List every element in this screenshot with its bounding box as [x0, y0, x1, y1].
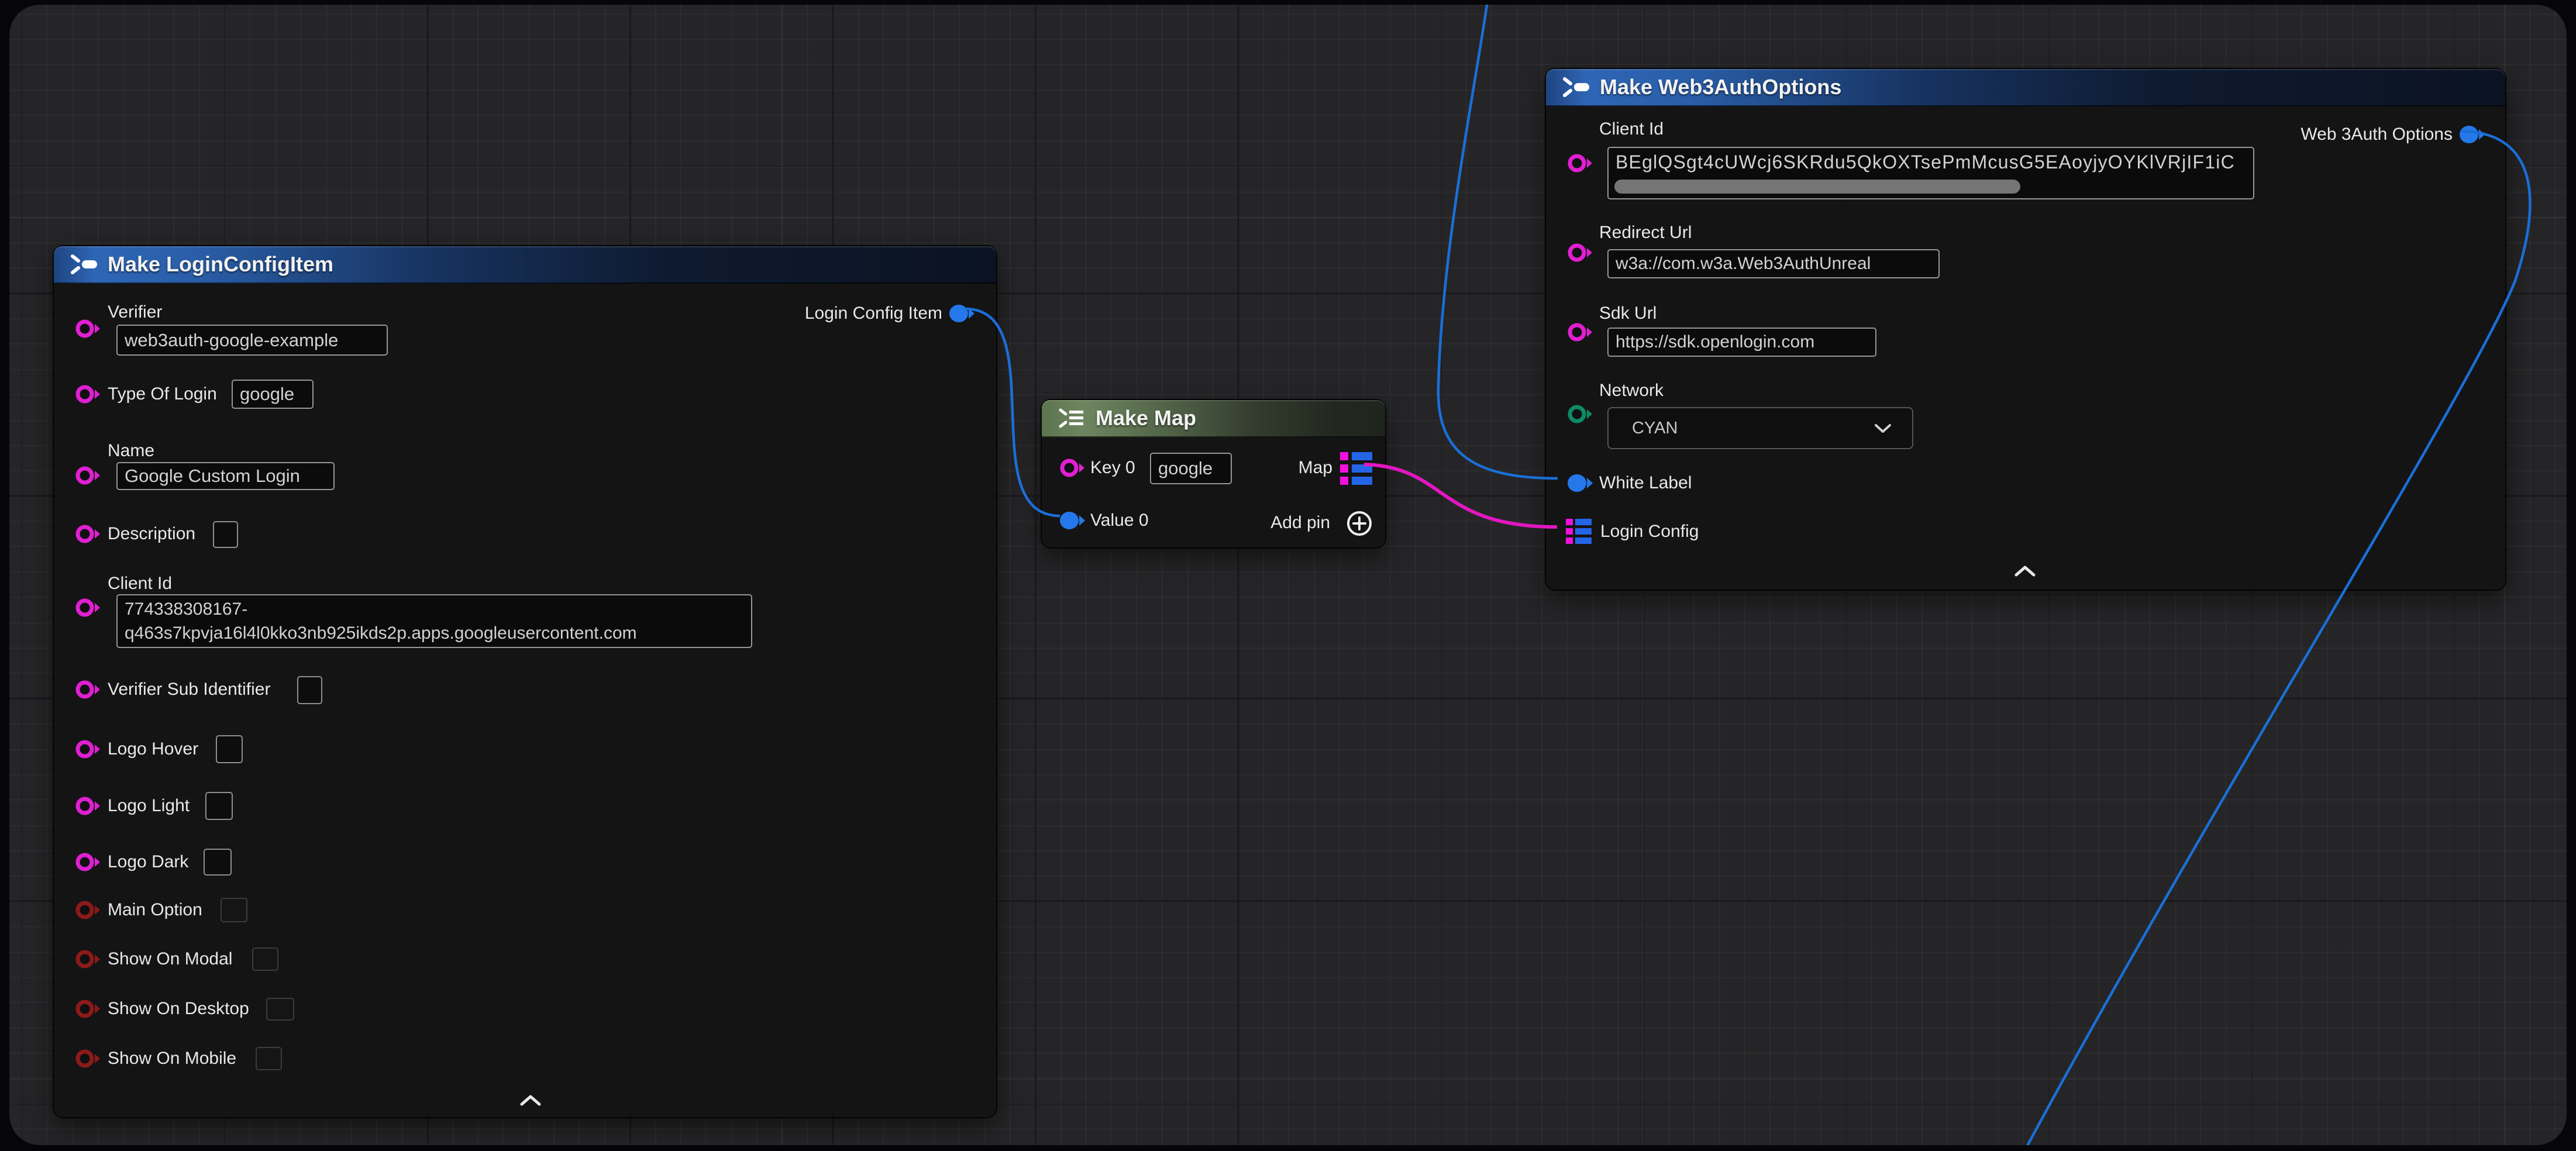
pin-label: Show On Modal — [108, 949, 232, 970]
node-title: Make Web3AuthOptions — [1600, 75, 1841, 99]
collapse-chevron-icon[interactable] — [2014, 564, 2036, 578]
node-title: Make LoginConfigItem — [108, 252, 333, 277]
pin-label: Name — [108, 440, 154, 461]
pin-label: Map — [1299, 457, 1332, 478]
node-title: Make Map — [1096, 406, 1196, 430]
output-pin-label: Login Config Item — [805, 303, 942, 324]
collapse-chevron-icon[interactable] — [519, 1093, 542, 1107]
key-0-input[interactable]: google — [1150, 453, 1232, 484]
pin-label: Client Id — [1599, 119, 1664, 140]
dropdown-chevron-icon — [1874, 423, 1892, 434]
type-of-login-input[interactable]: google — [232, 380, 314, 409]
pin-label: Logo Dark — [108, 852, 188, 873]
logo-dark-pin[interactable] — [75, 852, 102, 872]
pin-label: Login Config — [1600, 521, 1699, 542]
graph-canvas[interactable]: Make LoginConfigItem Login Config Item V… — [9, 5, 2567, 1145]
pin-label: Client Id — [108, 573, 172, 594]
node-header[interactable]: Make Map — [1042, 400, 1385, 437]
show-on-modal-pin[interactable] — [75, 949, 102, 969]
wire-makemap-map-to-loginconfig[interactable] — [1364, 464, 1557, 527]
key-0-pin[interactable] — [1059, 458, 1086, 478]
logo-hover-pin[interactable] — [75, 739, 102, 759]
pin-label: Value 0 — [1090, 510, 1149, 531]
value-0-pin[interactable] — [1059, 511, 1086, 530]
pin-label: Network — [1599, 380, 1664, 401]
pin-label: Key 0 — [1090, 457, 1135, 478]
type-of-login-pin[interactable] — [75, 384, 102, 404]
logo-hover-input[interactable] — [216, 735, 243, 763]
pin-label: Type Of Login — [108, 384, 217, 405]
pin-label: White Label — [1599, 473, 1692, 494]
node-header[interactable]: Make LoginConfigItem — [54, 246, 996, 284]
show-on-desktop-checkbox[interactable] — [266, 998, 294, 1021]
verifier-sub-identifier-pin[interactable] — [75, 680, 102, 699]
client-id-input[interactable]: 774338308167-q463s7kpvja16l4l0kko3nb925i… — [116, 594, 752, 648]
description-input[interactable] — [213, 521, 238, 548]
pin-label: Show On Desktop — [108, 998, 249, 1019]
pin-label: Verifier Sub Identifier — [108, 679, 270, 700]
client-id-scrollbar[interactable] — [1614, 180, 2020, 194]
node-header[interactable]: Make Web3AuthOptions — [1546, 69, 2505, 106]
redirect-url-pin[interactable] — [1567, 243, 1594, 263]
sdk-url-pin[interactable] — [1567, 322, 1594, 342]
pin-label: Redirect Url — [1599, 222, 1692, 243]
show-on-mobile-checkbox[interactable] — [256, 1047, 282, 1070]
login-config-item-output-pin[interactable] — [949, 304, 976, 323]
login-config-pin map-pin-icon[interactable] — [1566, 519, 1592, 545]
node-make-map[interactable]: Make Map Key 0 google Map — [1042, 400, 1385, 547]
logo-light-pin[interactable] — [75, 796, 102, 816]
map-output-pin map-pin-icon[interactable] — [1340, 452, 1372, 485]
add-pin-icon[interactable] — [1346, 510, 1373, 537]
name-input[interactable]: Google Custom Login — [116, 462, 335, 490]
verifier-pin[interactable] — [75, 319, 102, 339]
output-pin-label: Web 3Auth Options — [2301, 124, 2453, 145]
node-make-web3authoptions[interactable]: Make Web3AuthOptions Web 3Auth Options C… — [1546, 69, 2505, 590]
main-option-checkbox[interactable] — [221, 898, 247, 922]
node-make-loginconfigitem[interactable]: Make LoginConfigItem Login Config Item V… — [54, 246, 996, 1117]
editor-background: Make LoginConfigItem Login Config Item V… — [0, 0, 2576, 1151]
network-dropdown[interactable]: CYAN — [1607, 407, 1913, 449]
pin-label: Sdk Url — [1599, 303, 1657, 324]
verifier-sub-identifier-input[interactable] — [297, 676, 322, 704]
redirect-url-input[interactable]: w3a://com.w3a.Web3AuthUnreal — [1607, 249, 1940, 278]
client-id-pin[interactable] — [1567, 153, 1594, 173]
make-struct-icon — [69, 253, 99, 276]
pin-label: Show On Mobile — [108, 1048, 236, 1069]
show-on-modal-checkbox[interactable] — [252, 947, 278, 971]
pin-label: Description — [108, 523, 195, 545]
description-pin[interactable] — [75, 524, 102, 544]
pin-label: Logo Light — [108, 795, 190, 816]
pin-label: Logo Hover — [108, 739, 198, 760]
main-option-pin[interactable] — [75, 900, 102, 920]
pin-label: Main Option — [108, 900, 202, 921]
add-pin-label[interactable]: Add pin — [1270, 512, 1330, 533]
logo-light-input[interactable] — [205, 792, 233, 820]
web3auth-options-output-pin[interactable] — [2459, 125, 2486, 144]
white-label-pin[interactable] — [1567, 473, 1594, 493]
make-map-icon — [1057, 406, 1087, 430]
sdk-url-input[interactable]: https://sdk.openlogin.com — [1607, 328, 1876, 357]
logo-dark-input[interactable] — [204, 849, 232, 876]
wire-offscreen-to-whitelabel[interactable] — [1438, 5, 1558, 478]
client-id-pin[interactable] — [75, 598, 102, 618]
pin-label: Verifier — [108, 302, 162, 323]
network-selected-value: CYAN — [1632, 419, 1678, 438]
show-on-desktop-pin[interactable] — [75, 999, 102, 1019]
verifier-input[interactable]: web3auth-google-example — [116, 325, 388, 356]
show-on-mobile-pin[interactable] — [75, 1049, 102, 1069]
network-pin[interactable] — [1567, 404, 1594, 424]
name-pin[interactable] — [75, 466, 102, 485]
make-struct-icon — [1561, 75, 1592, 99]
